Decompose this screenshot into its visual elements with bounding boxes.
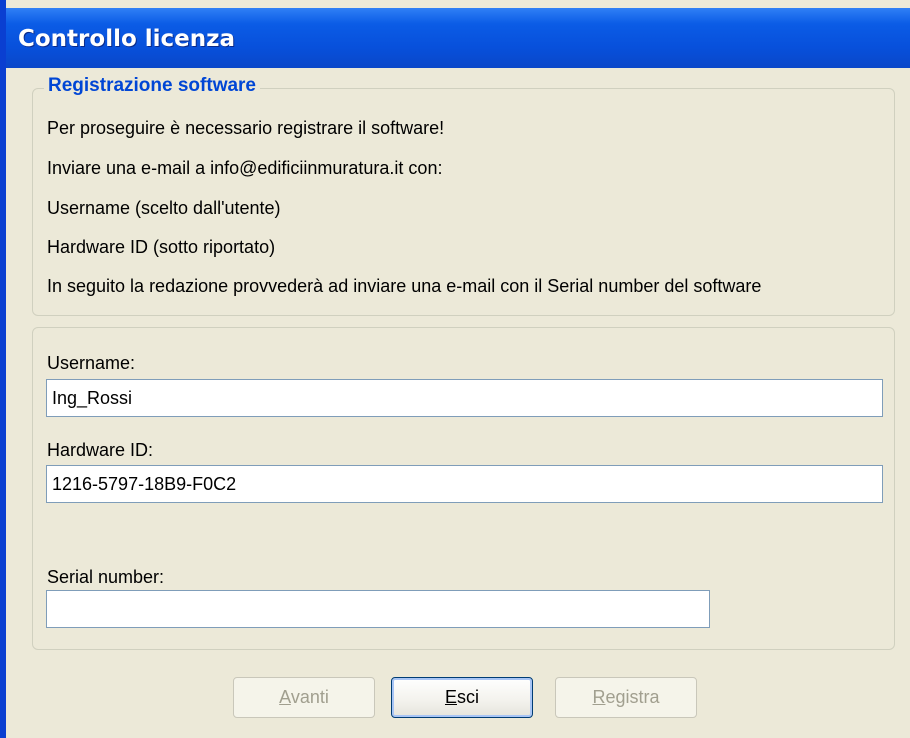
license-dialog: Controllo licenza Registrazione software… xyxy=(0,0,910,738)
serial-number-field[interactable] xyxy=(46,590,710,628)
info-line-1: Per proseguire è necessario registrare i… xyxy=(47,118,445,138)
hardware-id-label: Hardware ID: xyxy=(47,440,154,460)
username-label: Username: xyxy=(47,353,136,373)
info-line-4: Hardware ID (sotto riportato) xyxy=(47,237,276,257)
avanti-button[interactable]: Avanti xyxy=(233,677,375,718)
window-border xyxy=(0,0,6,738)
serial-number-label: Serial number: xyxy=(47,567,165,587)
title-bar-top-strip xyxy=(6,0,910,8)
esci-mnemonic: E xyxy=(444,687,457,707)
info-line-3: Username (scelto dall'utente) xyxy=(47,198,281,218)
registra-label: egistra xyxy=(605,687,660,707)
group-legend: Registrazione software xyxy=(44,75,260,97)
hardware-id-field[interactable]: 1216-5797-18B9-F0C2 xyxy=(46,465,883,503)
registra-mnemonic: R xyxy=(592,687,606,707)
window-title: Controllo licenza xyxy=(18,26,236,52)
username-field[interactable]: Ing_Rossi xyxy=(46,379,883,417)
registra-button[interactable]: Registra xyxy=(555,677,697,718)
info-line-2: Inviare una e-mail a info@edificiinmurat… xyxy=(47,158,443,178)
avanti-label: vanti xyxy=(290,687,329,707)
avanti-mnemonic: A xyxy=(279,687,291,707)
esci-button[interactable]: Esci xyxy=(391,677,533,718)
esci-label: sci xyxy=(457,687,479,707)
title-bar[interactable]: Controllo licenza xyxy=(6,0,910,68)
info-line-5: In seguito la redazione provvederà ad in… xyxy=(47,276,762,296)
